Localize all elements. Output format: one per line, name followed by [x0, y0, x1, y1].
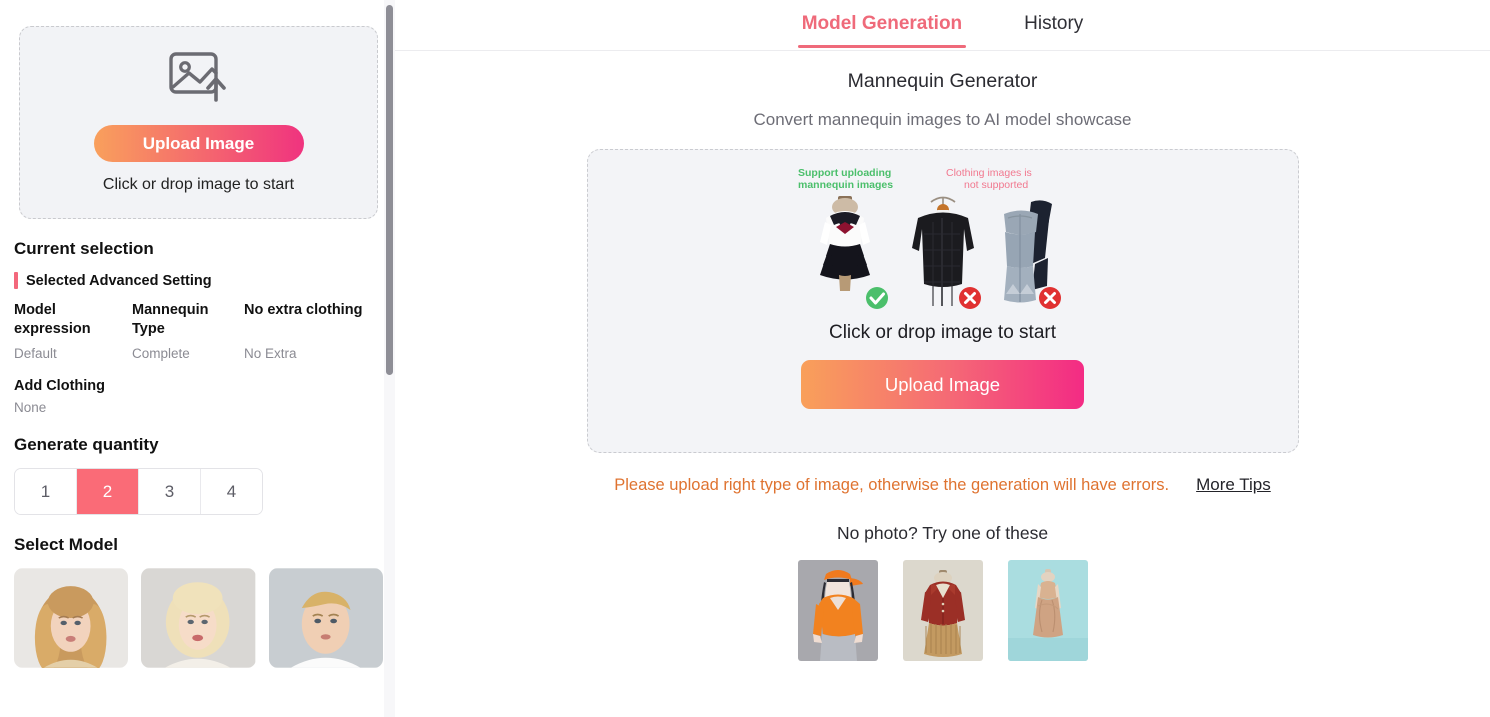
main-upload-image-button[interactable]: Upload Image: [801, 360, 1084, 409]
tab-history[interactable]: History: [1020, 0, 1087, 47]
more-tips-link[interactable]: More Tips: [1196, 475, 1271, 495]
main-upload-dropzone[interactable]: Support uploading mannequin images Cloth…: [586, 149, 1299, 453]
sidebar-upload-image-button[interactable]: Upload Image: [93, 125, 304, 162]
quantity-option-3[interactable]: 3: [139, 469, 201, 514]
svg-text:mannequin images: mannequin images: [798, 179, 893, 191]
sample-image-list: [797, 560, 1088, 661]
upload-warning-text: Please upload right type of image, other…: [614, 476, 1170, 494]
setting-value-model-expression: Default: [14, 346, 57, 361]
upload-guidance-illustration: Support uploading mannequin images Cloth…: [785, 162, 1100, 317]
page-title: Mannequin Generator: [847, 70, 1038, 92]
tab-model-generation[interactable]: Model Generation: [797, 0, 967, 48]
accent-bar-icon: [14, 272, 18, 289]
sidebar-upload-dropzone[interactable]: Upload Image Click or drop image to star…: [19, 26, 378, 219]
model-thumbnail-blonde-young-man[interactable]: [268, 568, 383, 668]
main-panel: Model Generation History Mannequin Gener…: [395, 0, 1490, 717]
add-clothing-key: Add Clothing: [14, 378, 106, 394]
page-subtitle: Convert mannequin images to AI model sho…: [753, 110, 1132, 129]
select-model-title: Select Model: [14, 535, 118, 554]
selected-advanced-setting-row: Selected Advanced Setting: [14, 272, 383, 289]
left-sidebar: Upload Image Click or drop image to star…: [0, 0, 395, 717]
generate-quantity-title: Generate quantity: [14, 435, 159, 454]
setting-key-model-expression: Model expression: [14, 302, 91, 337]
model-thumbnail-long-wavy-blonde-woman[interactable]: [14, 568, 129, 668]
settings-summary-grid: Model expression Mannequin Type No extra…: [14, 301, 383, 361]
sidebar-scrollbar-thumb[interactable]: [386, 5, 393, 375]
setting-value-mannequin-type: Complete: [132, 346, 190, 361]
app-root: Upload Image Click or drop image to star…: [0, 0, 1490, 717]
svg-text:Clothing images is: Clothing images is: [946, 167, 1032, 179]
quantity-option-4[interactable]: 4: [201, 469, 262, 514]
samples-title: No photo? Try one of these: [836, 523, 1049, 543]
quantity-option-2[interactable]: 2: [77, 469, 139, 514]
setting-key-no-extra-clothing: No extra clothing: [244, 302, 363, 318]
setting-key-mannequin-type: Mannequin Type: [132, 302, 209, 337]
quantity-option-1[interactable]: 1: [15, 469, 77, 514]
setting-value-no-extra-clothing: No Extra: [244, 346, 297, 361]
model-thumbnail-short-blonde-woman[interactable]: [141, 568, 256, 668]
model-thumbnail-list: [14, 568, 383, 668]
sample-orange-sweater-cap-mannequin[interactable]: [797, 560, 878, 661]
current-selection-title: Current selection: [14, 239, 154, 258]
image-upload-icon: [168, 51, 230, 103]
add-clothing-value: None: [14, 400, 47, 415]
main-tabbar: Model Generation History: [395, 0, 1490, 51]
sample-red-jacket-pleated-skirt-mannequin[interactable]: [902, 560, 983, 661]
selected-advanced-setting-label: Selected Advanced Setting: [26, 272, 212, 289]
sidebar-scrollbar-track[interactable]: [384, 0, 395, 717]
svg-text:not supported: not supported: [964, 179, 1028, 191]
upload-warning-row: Please upload right type of image, other…: [614, 475, 1271, 495]
svg-text:Support uploading: Support uploading: [798, 167, 891, 179]
main-dropzone-hint: Click or drop image to start: [828, 322, 1057, 343]
generate-quantity-group: 1 2 3 4: [14, 468, 263, 515]
sample-beige-dress-mannequin[interactable]: [1007, 560, 1088, 661]
sidebar-dropzone-hint: Click or drop image to start: [102, 176, 295, 193]
